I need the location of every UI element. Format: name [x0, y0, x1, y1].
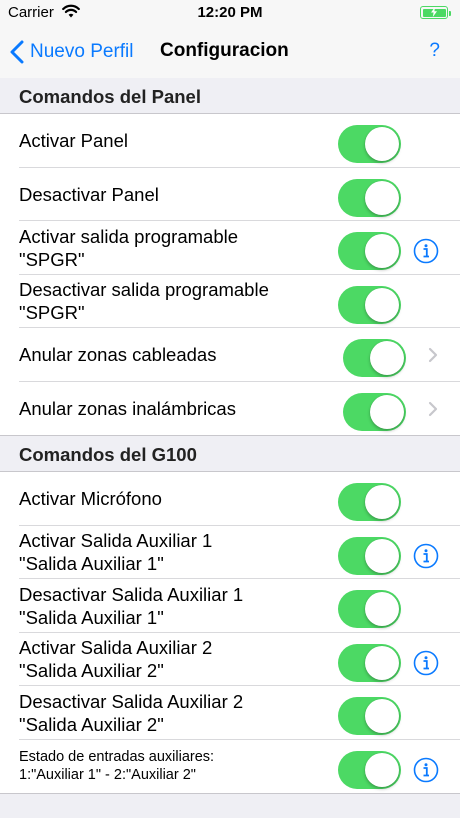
chevron-right-icon[interactable]	[428, 401, 438, 417]
row-label: Anular zonas cableadas	[19, 344, 217, 366]
row-label: Desactivar Panel	[19, 183, 159, 205]
page-title: Configuracion	[160, 40, 289, 61]
back-button[interactable]: Nuevo Perfil	[10, 38, 134, 66]
row-label: Estado de entradas auxiliares: 1:"Auxili…	[19, 749, 215, 784]
list-item: Desactivar Salida Auxiliar 1 "Salida Aux…	[0, 579, 460, 633]
toggle-switch[interactable]	[338, 178, 401, 217]
status-bar: Carrier 12:20 PM	[0, 0, 460, 26]
row-label: Activar salida programable "SPGR"	[19, 225, 239, 270]
toggle-switch[interactable]	[343, 339, 406, 377]
row-label: Anular zonas inalámbricas	[19, 397, 236, 419]
toggle-switch[interactable]	[338, 483, 401, 521]
list-item: Activar Salida Auxiliar 2 "Salida Auxili…	[0, 633, 460, 687]
toggle-switch[interactable]	[338, 697, 401, 735]
clock: 12:20 PM	[197, 4, 263, 21]
section-header-panel: Comandos del Panel	[0, 78, 460, 114]
row-label: Desactivar Salida Auxiliar 2 "Salida Aux…	[19, 690, 244, 735]
list-item: Desactivar salida programable "SPGR"	[0, 275, 460, 329]
chevron-right-icon[interactable]	[428, 347, 438, 363]
info-icon[interactable]	[413, 757, 439, 783]
info-icon[interactable]	[413, 238, 439, 264]
info-icon[interactable]	[413, 543, 439, 569]
list-item: Desactivar Salida Auxiliar 2 "Salida Aux…	[0, 686, 460, 740]
list-item[interactable]: Anular zonas cableadas	[0, 328, 460, 382]
g100-commands-group: Activar Micrófono Activar Salida Auxilia…	[0, 471, 460, 794]
toggle-switch[interactable]	[343, 392, 406, 431]
row-label: Desactivar Salida Auxiliar 1 "Salida Aux…	[19, 583, 244, 628]
list-item: Activar Salida Auxiliar 1 "Salida Auxili…	[0, 526, 460, 580]
row-label: Activar Micrófono	[19, 488, 162, 510]
toggle-switch[interactable]	[338, 232, 401, 270]
toggle-switch[interactable]	[338, 285, 401, 324]
row-label: Activar Salida Auxiliar 1 "Salida Auxili…	[19, 530, 213, 575]
list-item: Activar Micrófono	[0, 472, 460, 526]
battery-charging-icon	[420, 6, 451, 19]
chevron-left-icon	[10, 40, 24, 64]
toggle-switch[interactable]	[338, 536, 401, 575]
list-item: Activar Panel	[0, 114, 460, 168]
row-label: Activar Salida Auxiliar 2 "Salida Auxili…	[19, 637, 213, 682]
info-icon[interactable]	[413, 650, 439, 676]
back-button-label: Nuevo Perfil	[30, 41, 134, 62]
list-item: Desactivar Panel	[0, 168, 460, 222]
toggle-switch[interactable]	[338, 125, 401, 163]
help-button[interactable]: ?	[429, 40, 440, 62]
list-item: Estado de entradas auxiliares: 1:"Auxili…	[0, 740, 460, 794]
list-item[interactable]: Anular zonas inalámbricas	[0, 382, 460, 436]
toggle-switch[interactable]	[338, 643, 401, 682]
list-item: Activar salida programable "SPGR"	[0, 221, 460, 275]
section-header-g100: Comandos del G100	[0, 436, 460, 472]
row-label: Activar Panel	[19, 130, 128, 152]
panel-commands-group: Activar Panel Desactivar Panel Activar s…	[0, 113, 460, 436]
toggle-switch[interactable]	[338, 590, 401, 628]
navigation-bar: Nuevo Perfil Configuracion ?	[0, 26, 460, 79]
toggle-switch[interactable]	[338, 750, 401, 789]
